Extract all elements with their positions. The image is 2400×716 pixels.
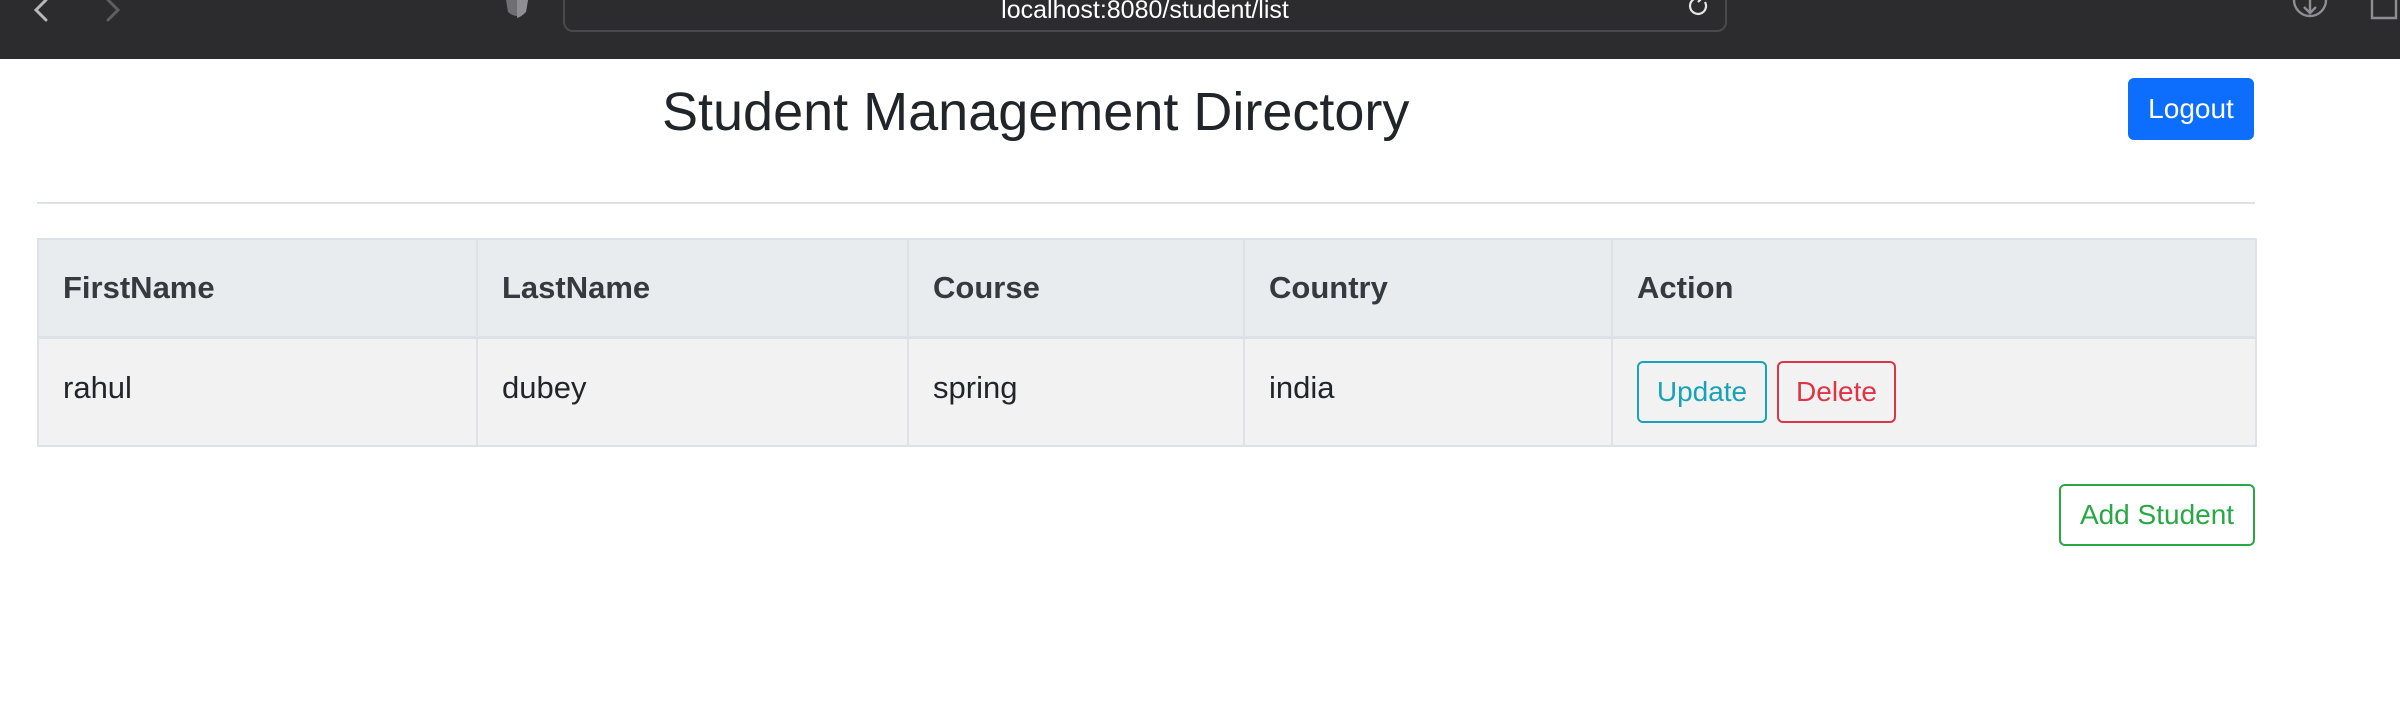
column-header-country: Country (1243, 238, 1613, 339)
column-header-firstname: FirstName (37, 238, 478, 339)
browser-toolbar: localhost:8080/student/list (0, 0, 2400, 59)
action-buttons: Update Delete (1637, 361, 2231, 423)
last-name-value: dubey (502, 370, 587, 405)
shield-icon[interactable] (504, 0, 530, 20)
page-title: Student Management Directory (662, 82, 1410, 142)
update-button[interactable]: Update (1637, 361, 1767, 423)
add-student-button[interactable]: Add Student (2059, 484, 2255, 546)
last-name-cell: dubey (476, 336, 909, 447)
reload-icon[interactable] (1687, 0, 1711, 18)
country-value: india (1269, 370, 1335, 405)
address-bar[interactable]: localhost:8080/student/list (563, 0, 1727, 32)
student-table: FirstName LastName Course Country Action… (37, 238, 2257, 447)
country-cell: india (1243, 336, 1613, 447)
course-value: spring (933, 370, 1018, 405)
first-name-value: rahul (63, 370, 132, 405)
download-icon[interactable] (2292, 0, 2328, 22)
first-name-cell: rahul (37, 336, 478, 447)
share-icon[interactable] (2368, 0, 2400, 22)
logout-button[interactable]: Logout (2128, 78, 2254, 140)
url-text: localhost:8080/student/list (1001, 0, 1289, 24)
back-icon[interactable] (28, 0, 58, 24)
table-header-row: FirstName LastName Course Country Action (37, 238, 2257, 339)
action-cell: Update Delete (1611, 336, 2257, 447)
forward-icon[interactable] (98, 0, 128, 24)
column-header-action: Action (1611, 238, 2257, 339)
column-header-lastname: LastName (476, 238, 909, 339)
delete-button[interactable]: Delete (1777, 361, 1896, 423)
column-header-course: Course (907, 238, 1245, 339)
divider (37, 202, 2255, 204)
course-cell: spring (907, 336, 1245, 447)
table-row: rahul dubey spring india Update Delete (37, 336, 2257, 447)
